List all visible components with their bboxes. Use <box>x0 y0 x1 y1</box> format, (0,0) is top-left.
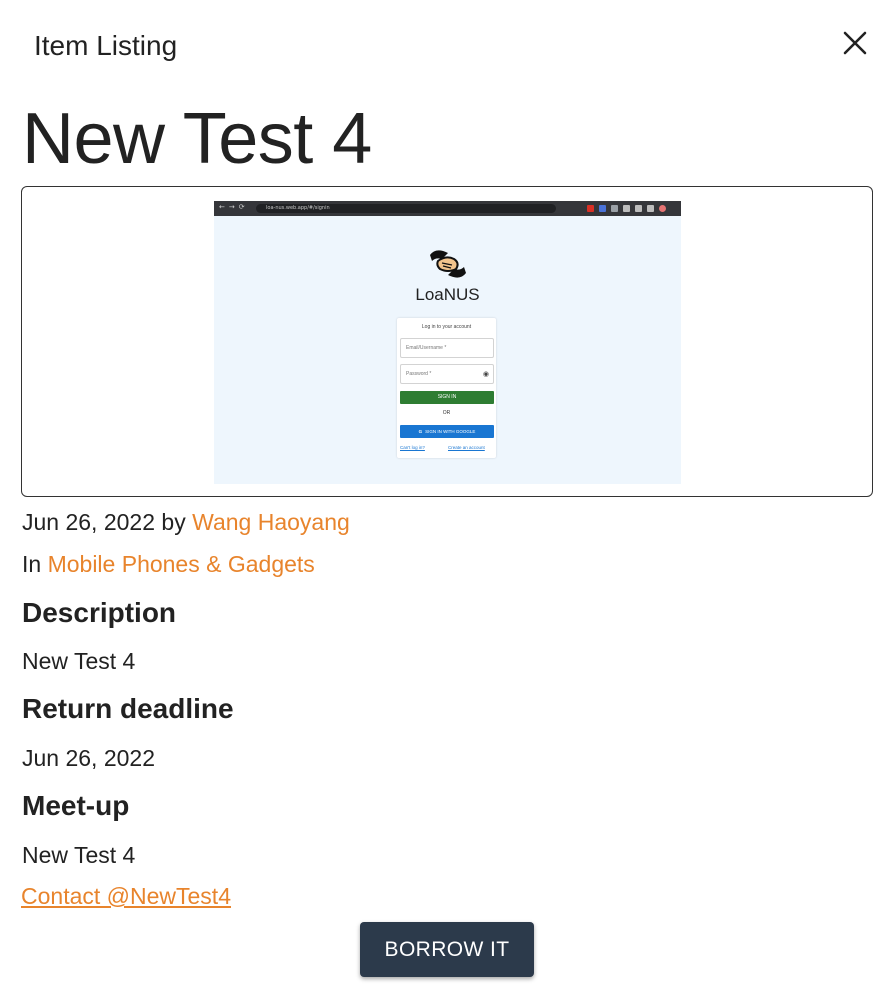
browser-bar: ←→⟳ loa-nus.web.app/#/signin <box>214 201 681 216</box>
close-icon <box>843 31 867 55</box>
item-image: ←→⟳ loa-nus.web.app/#/signin LoaNUS Log … <box>214 201 681 484</box>
preview-email-field: Email/Username * <box>400 338 494 358</box>
extension-icon <box>587 205 594 212</box>
posted-date: Jun 26, 2022 <box>22 509 156 535</box>
extension-icon <box>599 205 606 212</box>
dialog-title: Item Listing <box>34 30 178 61</box>
browser-nav-icons: ←→⟳ <box>219 203 249 211</box>
google-icon: G <box>418 429 423 434</box>
preview-google-label: SIGN IN WITH GOOGLE <box>425 429 476 434</box>
contact-link[interactable]: Contact @NewTest4 <box>21 883 231 910</box>
extension-icon <box>647 205 654 212</box>
in-word: In <box>22 551 42 577</box>
preview-password-field: Password * ◉ <box>400 364 494 384</box>
item-image-frame[interactable]: ←→⟳ loa-nus.web.app/#/signin LoaNUS Log … <box>21 186 873 497</box>
posted-line: Jun 26, 2022 by Wang Haoyang <box>22 509 350 536</box>
preview-brand: LoaNUS <box>415 285 480 304</box>
meetup-heading: Meet-up <box>22 790 130 821</box>
close-button[interactable] <box>836 24 874 62</box>
preview-create-account-link: Create an account <box>448 445 485 450</box>
extension-icon <box>623 205 630 212</box>
borrow-button[interactable]: BORROW IT <box>360 922 534 977</box>
preview-cant-login-link: Can't log in? <box>400 445 425 450</box>
browser-url: loa-nus.web.app/#/signin <box>256 204 556 213</box>
extension-icon <box>635 205 642 212</box>
eye-icon: ◉ <box>482 371 489 378</box>
category-link[interactable]: Mobile Phones & Gadgets <box>48 551 315 577</box>
preview-sign-in-button: SIGN IN <box>400 391 494 404</box>
by-word: by <box>161 509 186 535</box>
preview-google-button: G SIGN IN WITH GOOGLE <box>400 425 494 438</box>
deadline-heading: Return deadline <box>22 693 234 724</box>
description-text: New Test 4 <box>22 648 136 674</box>
extension-icon <box>611 205 618 212</box>
preview-or-label: OR <box>442 410 451 416</box>
item-title: New Test 4 <box>22 99 372 179</box>
owner-link[interactable]: Wang Haoyang <box>192 509 350 535</box>
preview-login-title: Log in to your account <box>421 324 472 330</box>
deadline-text: Jun 26, 2022 <box>22 745 156 771</box>
description-heading: Description <box>22 597 177 628</box>
avatar-icon <box>659 205 666 212</box>
preview-password-label: Password * <box>406 371 432 377</box>
preview-login-card: Log in to your account Email/Username * … <box>397 318 496 458</box>
meetup-text: New Test 4 <box>22 842 136 868</box>
handshake-logo-icon <box>430 250 466 278</box>
category-line: In Mobile Phones & Gadgets <box>22 551 315 578</box>
